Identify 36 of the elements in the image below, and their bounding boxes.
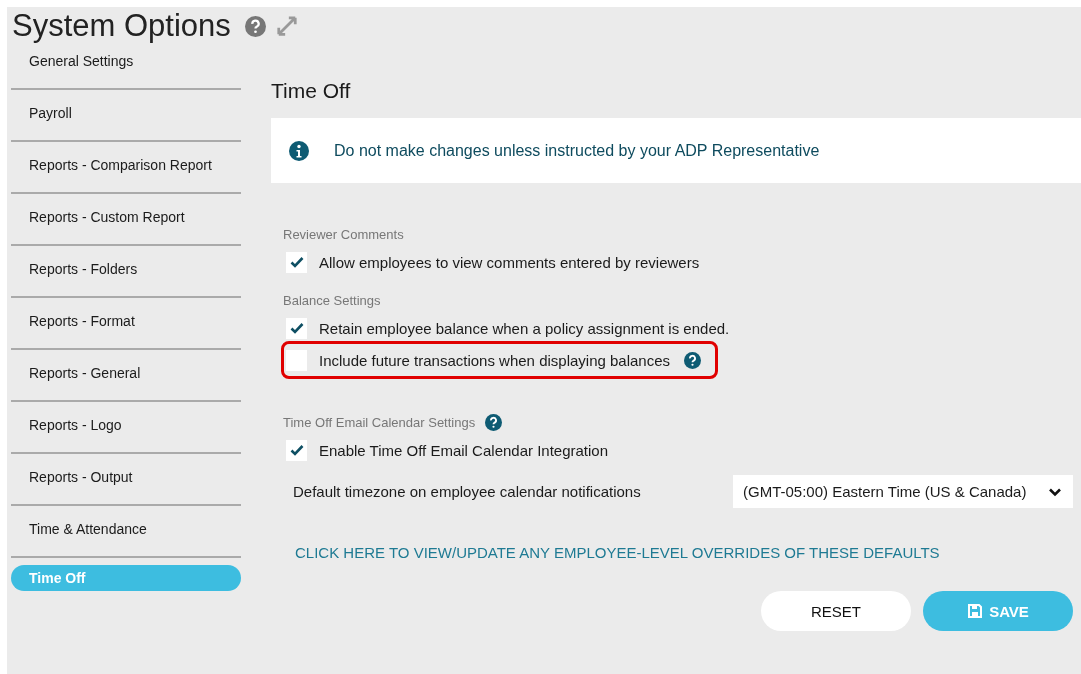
- option-label: Retain employee balance when a policy assignment is ended.: [319, 319, 730, 337]
- option-label: Include future transactions when displaying balances: [319, 351, 671, 369]
- checkbox[interactable]: [286, 439, 307, 461]
- help-icon[interactable]: [684, 351, 702, 369]
- group-label: Balance Settings: [283, 292, 381, 308]
- help-icon[interactable]: [244, 15, 266, 37]
- timezone-dropdown[interactable]: (GMT-05:00) Eastern Time (US & Canada): [733, 475, 1073, 508]
- sidebar-item[interactable]: Payroll: [11, 97, 241, 133]
- checkmark-icon: [288, 442, 305, 458]
- option-label: Enable Time Off Email Calendar Integration: [319, 441, 609, 459]
- checkbox[interactable]: [286, 349, 307, 371]
- timezone-label: Default timezone on employee calendar notifications: [293, 483, 641, 500]
- checkmark-icon: [288, 320, 305, 336]
- sidebar-item[interactable]: Reports - Custom Report: [11, 201, 241, 237]
- sidebar-item[interactable]: Reports - Logo: [11, 409, 241, 445]
- group-label: Time Off Email Calendar Settings: [283, 414, 476, 430]
- notice-text: Do not make changes unless instructed by your ADP Representative: [334, 141, 820, 160]
- checkmark-icon: [288, 254, 305, 270]
- page-title: System Options: [12, 8, 231, 44]
- sidebar-item[interactable]: Reports - Folders: [11, 253, 241, 289]
- overrides-link[interactable]: CLICK HERE TO VIEW/UPDATE ANY EMPLOYEE-LEVEL OVERRIDES OF THESE DEFAULTS: [295, 544, 1081, 561]
- sidebar-item[interactable]: Reports - Output: [11, 461, 241, 497]
- save-icon: [967, 603, 984, 619]
- help-icon[interactable]: [485, 413, 503, 431]
- option-label: Allow employees to view comments entered by reviewers: [319, 253, 700, 271]
- sidebar-item[interactable]: Reports - General: [11, 357, 241, 393]
- sidebar-item[interactable]: Time & Attendance: [11, 513, 241, 549]
- sidebar-item[interactable]: General Settings: [11, 45, 241, 81]
- sidebar-item[interactable]: Reports - Format: [11, 305, 241, 341]
- checkbox[interactable]: [286, 251, 307, 273]
- group-label: Reviewer Comments: [283, 226, 404, 242]
- section-heading: Time Off: [271, 79, 352, 103]
- info-icon: [289, 140, 309, 161]
- reset-button[interactable]: RESET: [761, 591, 911, 631]
- checkbox[interactable]: [286, 317, 307, 339]
- sidebar-item[interactable]: Reports - Comparison Report: [11, 149, 241, 185]
